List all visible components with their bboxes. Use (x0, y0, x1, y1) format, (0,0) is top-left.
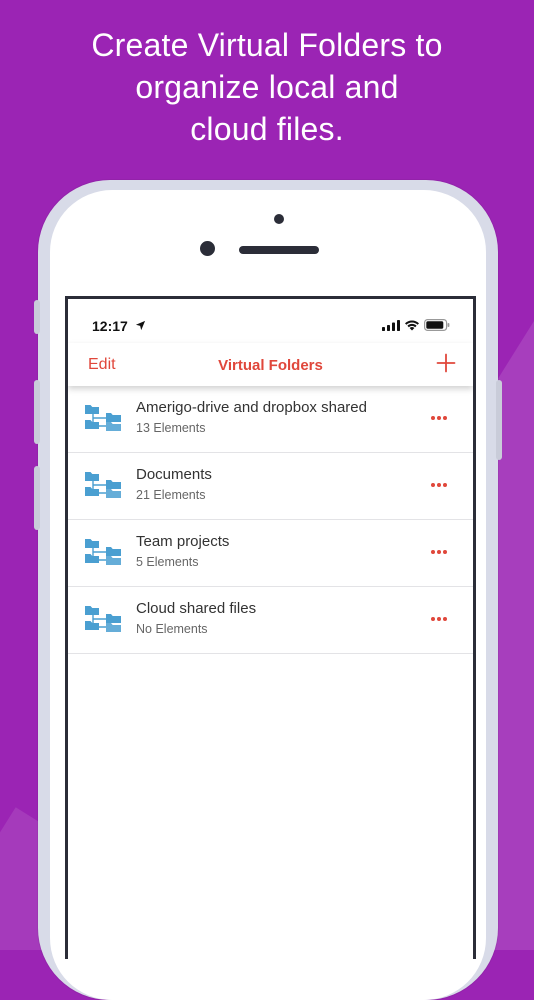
phone-screen: 12:17 Edit Virtual Folders Amerigo-drive… (65, 296, 476, 959)
more-options-icon[interactable] (429, 475, 449, 495)
phone-mute-switch (34, 300, 40, 334)
list-item[interactable]: Cloud shared files No Elements (68, 587, 473, 654)
status-bar: 12:17 (68, 299, 473, 343)
front-camera (200, 241, 215, 256)
wifi-icon (405, 320, 419, 331)
promo-headline: Create Virtual Folders to organize local… (0, 24, 534, 150)
virtual-folder-icon (85, 405, 121, 431)
folder-element-count: 13 Elements (136, 421, 206, 435)
phone-volume-down-button (34, 466, 40, 530)
virtual-folder-icon (85, 606, 121, 632)
battery-icon (424, 319, 450, 331)
virtual-folder-list: Amerigo-drive and dropbox shared 13 Elem… (68, 386, 473, 654)
folder-title: Cloud shared files (136, 600, 257, 617)
more-options-icon[interactable] (429, 609, 449, 629)
cellular-signal-icon (382, 320, 400, 331)
folder-title: Team projects (136, 533, 230, 550)
phone-volume-up-button (34, 380, 40, 444)
navigation-bar: Edit Virtual Folders (68, 343, 473, 386)
headline-line-3: cloud files. (190, 111, 344, 147)
proximity-sensor (274, 214, 284, 224)
location-arrow-icon (135, 320, 146, 331)
status-time: 12:17 (92, 318, 128, 334)
headline-line-2: organize local and (135, 69, 399, 105)
virtual-folder-icon (85, 472, 121, 498)
earpiece-speaker (239, 246, 319, 254)
folder-element-count: No Elements (136, 622, 208, 636)
folder-title: Amerigo-drive and dropbox shared (136, 399, 367, 416)
plus-icon[interactable] (436, 353, 456, 373)
list-item[interactable]: Team projects 5 Elements (68, 520, 473, 587)
phone-power-button (496, 380, 502, 460)
folder-element-count: 21 Elements (136, 488, 206, 502)
list-item[interactable]: Documents 21 Elements (68, 453, 473, 520)
list-item[interactable]: Amerigo-drive and dropbox shared 13 Elem… (68, 386, 473, 453)
virtual-folder-icon (85, 539, 121, 565)
more-options-icon[interactable] (429, 408, 449, 428)
more-options-icon[interactable] (429, 542, 449, 562)
page-title: Virtual Folders (218, 357, 323, 374)
headline-line-1: Create Virtual Folders to (91, 27, 443, 63)
folder-title: Documents (136, 466, 212, 483)
folder-element-count: 5 Elements (136, 555, 199, 569)
